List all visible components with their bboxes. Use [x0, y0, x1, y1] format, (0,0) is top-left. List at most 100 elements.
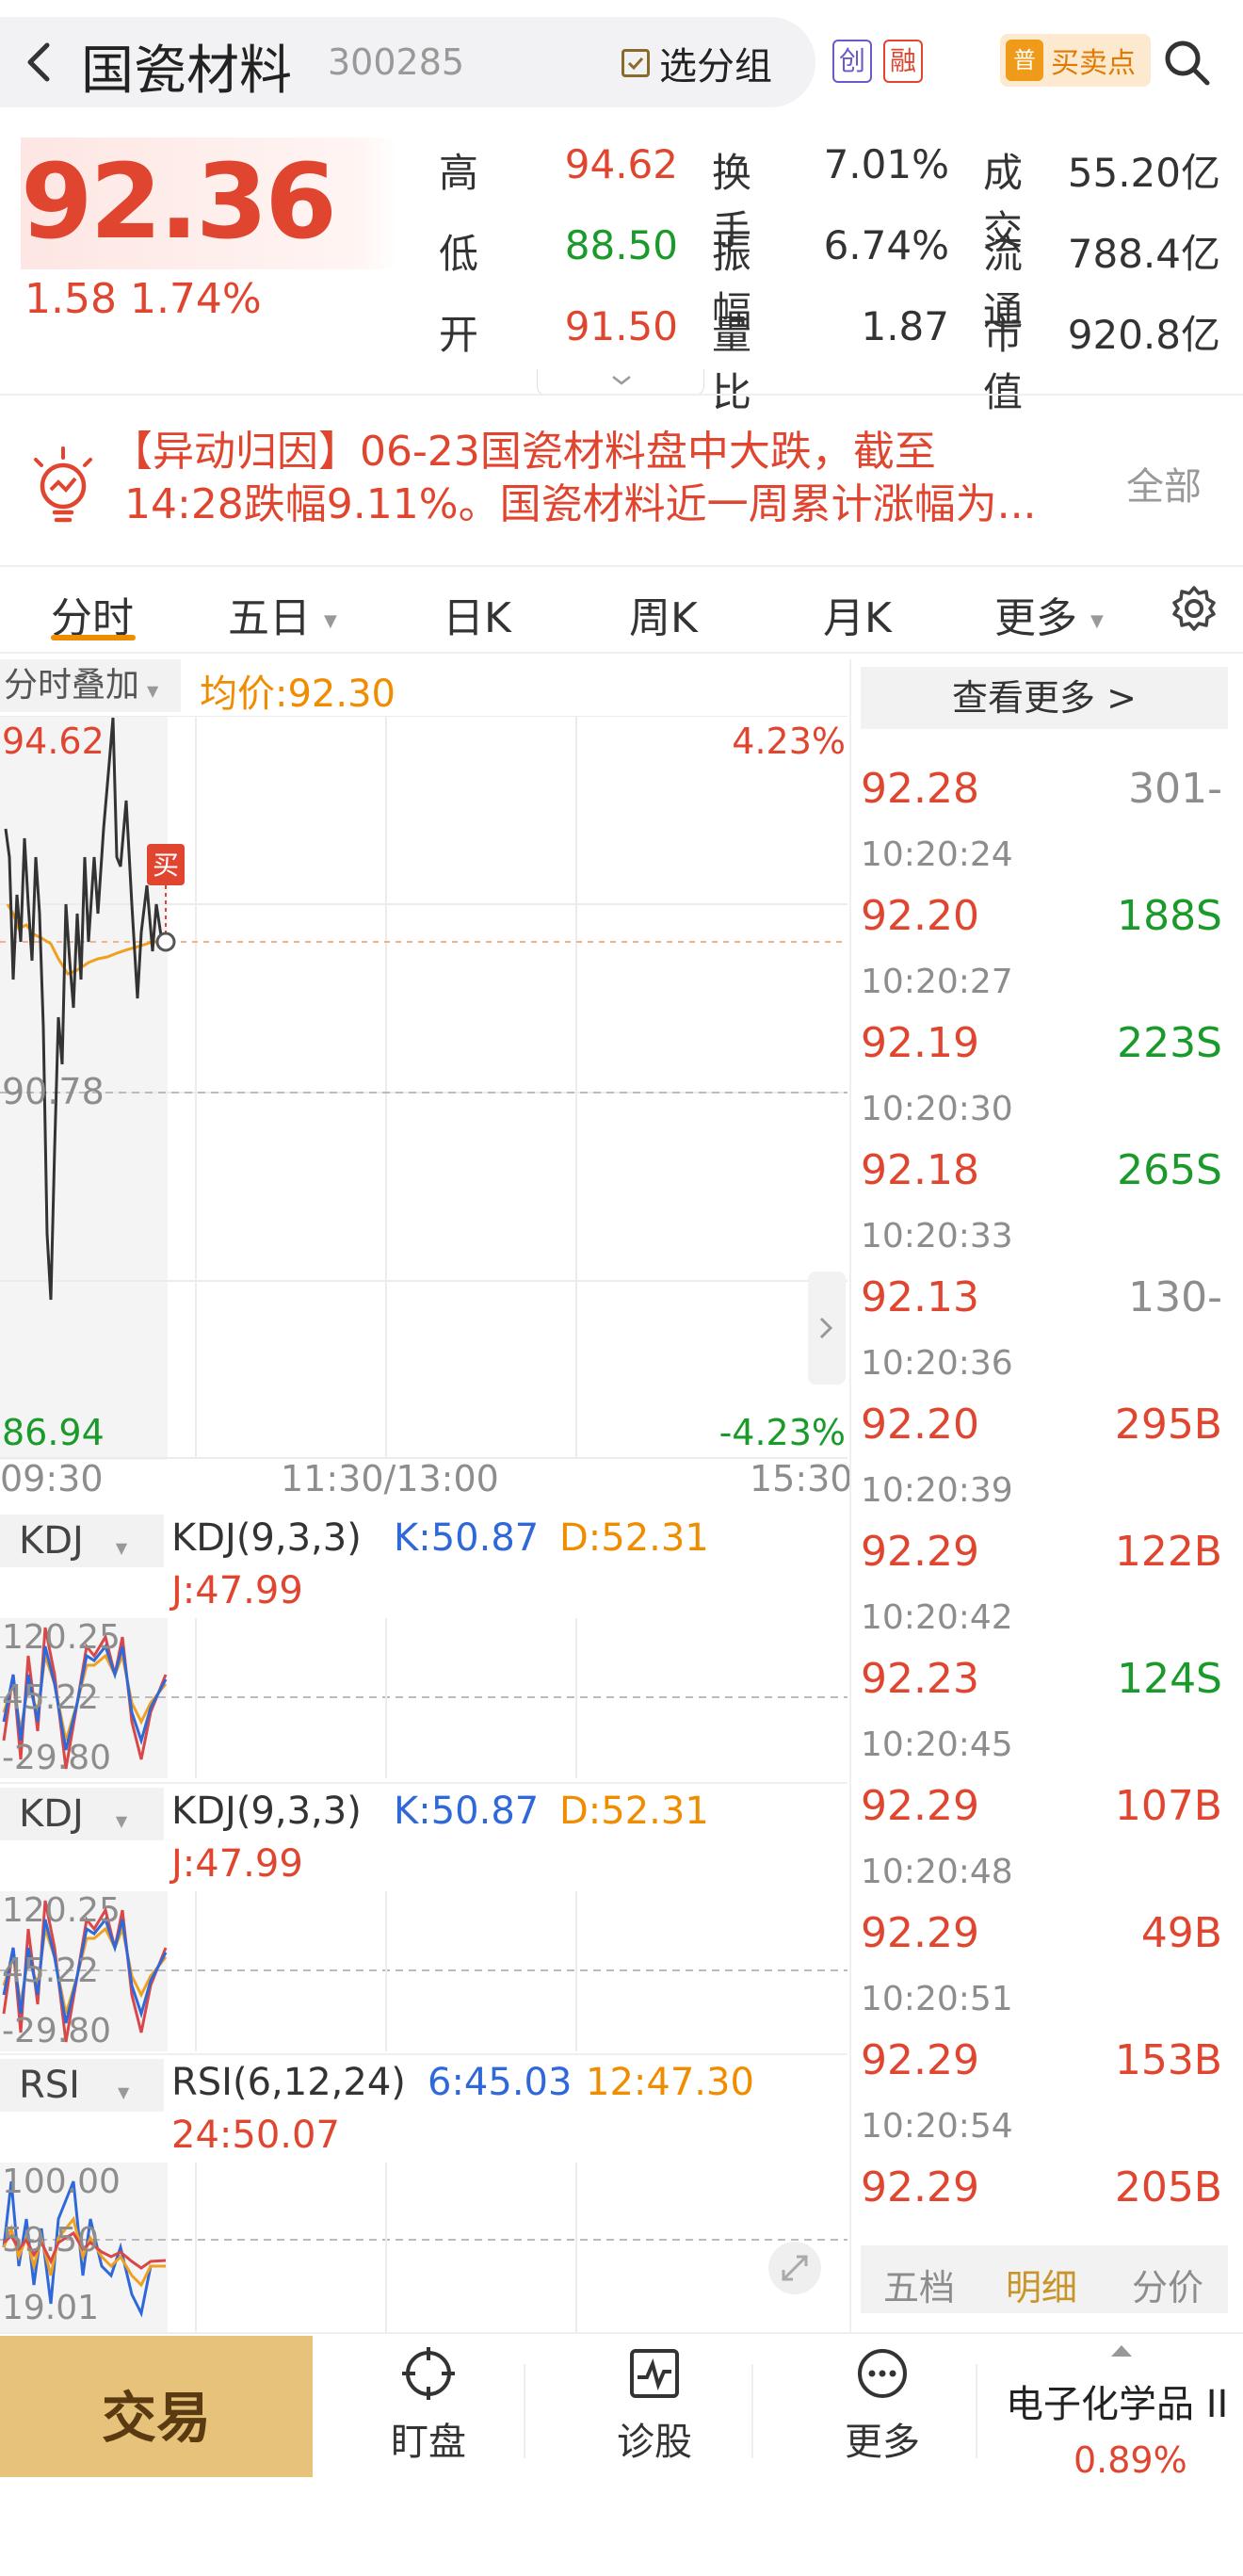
top-bar: 国瓷材料 300285 选分组 创 融 普 买卖点 — [0, 0, 1243, 127]
rsi-panel[interactable]: RSI ▼ RSI(6,12,24) 6:45.03 12:47.30 24:50… — [0, 2059, 848, 2332]
news-text: 【异动归因】06-23国瓷材料盘中大跌，截至 14:28跌幅9.11%。国瓷材料… — [111, 426, 1109, 531]
divider — [0, 1782, 848, 1784]
pct-min-label: -4.23% — [719, 1412, 846, 1453]
tab-monthly-k[interactable]: 月K — [823, 584, 892, 644]
kdj-ymax: 120.25 — [2, 1618, 121, 1657]
view-more-button[interactable]: 查看更多 > — [861, 667, 1228, 729]
back-icon[interactable] — [17, 38, 64, 87]
diagnose-label: 诊股 — [617, 2421, 692, 2464]
amplitude-value: 6.74% — [823, 222, 949, 268]
tab-weekly-k[interactable]: 周K — [629, 584, 698, 644]
kdj-ymin: -29.80 — [2, 2012, 111, 2050]
checkbox-icon — [622, 49, 650, 77]
rsi-chart: 100.00 59.50 19.01 — [0, 2163, 848, 2332]
trade-price: 92.13 — [861, 1273, 979, 1321]
news-all-link[interactable]: 全部 — [1126, 456, 1202, 510]
diagnose-button[interactable]: 诊股 — [584, 2345, 725, 2466]
rsi-6-value: 6:45.03 — [428, 2061, 573, 2104]
buysell-label: 买卖点 — [1051, 47, 1136, 80]
gear-icon[interactable] — [1170, 584, 1219, 633]
tab-more[interactable]: 更多 ▼ — [994, 584, 1104, 644]
trade-button-label: 交易 — [101, 2386, 211, 2450]
detail-tabs: 五档 明细 分价 — [861, 2245, 1228, 2313]
tab-more-label: 更多 — [994, 594, 1077, 642]
trade-time: 10:20:30 — [861, 1090, 1013, 1128]
trade-volume: 223S — [1117, 1019, 1222, 1067]
rsi-12-value: 12:47.30 — [586, 2061, 754, 2104]
volume-value: 55.20亿 — [1067, 150, 1220, 196]
kdj-title: KDJ(9,3,3) — [171, 1790, 362, 1833]
chevron-down-icon — [612, 376, 631, 385]
trade-time: 10:20:36 — [861, 1344, 1013, 1383]
more-dots-icon — [858, 2349, 907, 2398]
time-end: 15:30 — [750, 1458, 853, 1499]
dropdown-icon: ▼ — [117, 2083, 130, 2101]
buy-marker-label: 买 — [153, 850, 179, 881]
watch-button[interactable]: 盯盘 — [358, 2345, 499, 2466]
open-label: 开 — [439, 312, 479, 358]
turnover-value: 7.01% — [823, 141, 949, 187]
trade-price: 92.23 — [861, 1655, 979, 1703]
trade-price: 92.19 — [861, 1019, 979, 1067]
expand-quote-button[interactable] — [537, 369, 704, 396]
search-icon[interactable] — [1160, 36, 1213, 89]
kdj-k-value: K:50.87 — [394, 1790, 540, 1833]
trade-price: 92.20 — [861, 892, 979, 940]
trade-price: 92.20 — [861, 1401, 979, 1449]
tab-five-day[interactable]: 五日 ▼ — [228, 584, 337, 644]
trade-price: 92.18 — [861, 1146, 979, 1194]
chevron-up-icon[interactable] — [1107, 2341, 1136, 2360]
indicator-tag: KDJ — [19, 1519, 84, 1563]
trade-price: 92.29 — [861, 1909, 979, 1957]
kdj-ymin: -29.80 — [2, 1739, 111, 1777]
trade-time: 10:20:24 — [861, 835, 1013, 874]
trade-time: 10:20:39 — [861, 1471, 1013, 1510]
rsi-ymid: 59.50 — [2, 2221, 99, 2260]
float-cap-value: 788.4亿 — [1067, 231, 1220, 277]
trade-volume: 49B — [1140, 1909, 1222, 1957]
kdj-chart-1: 120.25 45.22 -29.80 — [0, 1618, 848, 1778]
trade-price: 92.29 — [861, 2163, 979, 2211]
buy-sell-point-button[interactable]: 普 买卖点 — [1000, 34, 1151, 87]
kdj-d-value: D:52.31 — [559, 1790, 709, 1833]
overlay-select[interactable]: 分时叠加 ▼ — [0, 659, 181, 712]
trade-price: 92.29 — [861, 1782, 979, 1830]
trade-time: 10:20:42 — [861, 1598, 1013, 1637]
rsi-title: RSI(6,12,24) — [171, 2061, 406, 2104]
sector-name[interactable]: 电子化学品 II — [1006, 2373, 1243, 2428]
lightbulb-alert-icon — [34, 446, 92, 523]
trade-volume: 107B — [1114, 1782, 1222, 1830]
indicator-select-kdj[interactable]: KDJ ▼ — [0, 1515, 164, 1567]
pct-max-label: 4.23% — [732, 721, 846, 762]
trade-volume: 153B — [1114, 2036, 1222, 2084]
indicator-select-rsi[interactable]: RSI ▼ — [0, 2059, 164, 2112]
trade-volume: 188S — [1117, 892, 1222, 940]
average-price: 均价:92.30 — [200, 672, 396, 716]
more-button[interactable]: 更多 — [812, 2345, 953, 2466]
intraday-chart[interactable]: 买 94.62 90.78 86.94 4.23% -4.23% — [0, 716, 848, 1460]
trade-time: 10:20:27 — [861, 963, 1013, 1001]
divider — [849, 659, 851, 2332]
kdj-d-value: D:52.31 — [559, 1516, 709, 1560]
news-line-2: 14:28跌幅9.11%。国瓷材料近一周累计涨幅为... — [124, 480, 1037, 528]
tab-daily-k[interactable]: 日K — [443, 584, 511, 644]
tab-order-book[interactable]: 五档 — [883, 2259, 955, 2310]
kdj-panel-1[interactable]: KDJ ▼ KDJ(9,3,3) K:50.87 D:52.31 J:47.99 … — [0, 1515, 848, 1778]
buysell-icon: 普 — [1006, 40, 1043, 81]
tab-price-distribution[interactable]: 分价 — [1132, 2259, 1203, 2310]
select-group-button[interactable]: 选分组 — [622, 36, 772, 90]
watch-label: 盯盘 — [391, 2421, 466, 2464]
kdj-k-value: K:50.87 — [394, 1516, 540, 1560]
side-expand-handle[interactable] — [808, 1272, 846, 1385]
overlay-label: 分时叠加 — [4, 666, 140, 705]
tab-detail[interactable]: 明细 — [1006, 2259, 1077, 2310]
kdj-panel-2[interactable]: KDJ ▼ KDJ(9,3,3) K:50.87 D:52.31 J:47.99 … — [0, 1788, 848, 2051]
divider — [0, 2053, 848, 2055]
high-label: 高 — [439, 150, 479, 196]
select-group-label: 选分组 — [659, 45, 772, 89]
indicator-select-kdj[interactable]: KDJ ▼ — [0, 1788, 164, 1840]
trade-volume: 124S — [1117, 1655, 1222, 1703]
divider — [524, 2364, 525, 2458]
market-cap-value: 920.8亿 — [1067, 312, 1220, 358]
dropdown-icon: ▼ — [115, 1812, 128, 1830]
